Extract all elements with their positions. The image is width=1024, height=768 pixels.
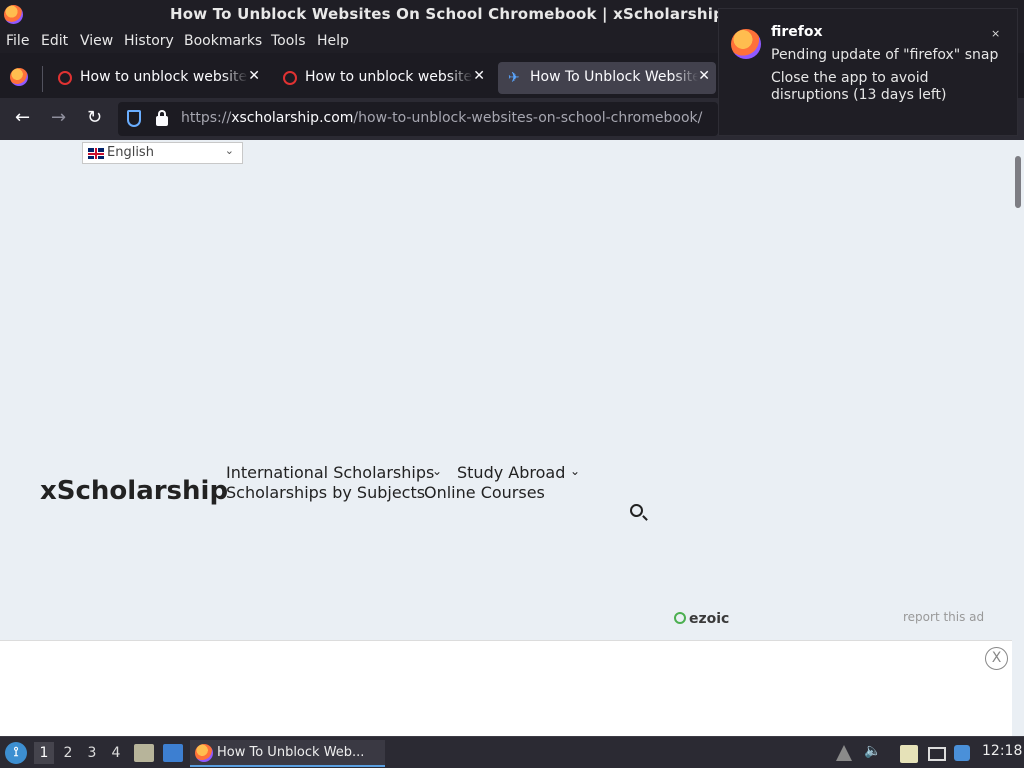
url-scheme: https:// bbox=[181, 110, 232, 126]
xscholarship-icon: ✈ bbox=[508, 70, 520, 86]
volume-icon[interactable]: 🔈 bbox=[864, 743, 881, 759]
menu-view[interactable]: View bbox=[80, 33, 113, 49]
tab-label: How to unblock websites bbox=[80, 69, 248, 85]
menu-file[interactable]: File bbox=[6, 33, 29, 49]
nav-scholarships-by-subjects[interactable]: Scholarships by Subjects bbox=[226, 483, 425, 502]
tab-label: How to unblock websites bbox=[305, 69, 473, 85]
ezoic-badge[interactable]: ezoic bbox=[674, 611, 729, 627]
page-scrollbar[interactable] bbox=[1012, 140, 1024, 736]
workspace-1[interactable]: 1 bbox=[34, 742, 54, 764]
quora-icon bbox=[58, 71, 72, 85]
page-content: English ⌄ xScholarship International Sch… bbox=[0, 140, 1012, 640]
reload-button[interactable]: ↻ bbox=[87, 107, 102, 128]
ezoic-label: ezoic bbox=[689, 611, 730, 627]
nav-international-scholarships[interactable]: International Scholarships bbox=[226, 463, 434, 482]
workspace-4[interactable]: 4 bbox=[106, 742, 126, 764]
workspace-2[interactable]: 2 bbox=[58, 742, 78, 764]
notification-body: Pending update of "firefox" snap Close t… bbox=[771, 47, 1001, 110]
update-notifier-icon[interactable] bbox=[954, 745, 970, 761]
tab-label: How To Unblock Websites bbox=[530, 69, 698, 85]
start-menu-icon[interactable]: ⟟ bbox=[5, 742, 27, 764]
workspace-3[interactable]: 3 bbox=[82, 742, 102, 764]
file-manager-icon[interactable] bbox=[134, 744, 154, 762]
menu-help[interactable]: Help bbox=[317, 33, 349, 49]
quora-icon bbox=[283, 71, 297, 85]
tray-up-arrow-icon[interactable] bbox=[836, 745, 852, 761]
notification-app-name: firefox bbox=[771, 24, 823, 40]
language-select[interactable]: English ⌄ bbox=[82, 142, 243, 164]
tab-close-icon[interactable]: ✕ bbox=[698, 68, 710, 84]
menu-tools[interactable]: Tools bbox=[271, 33, 306, 49]
firefox-icon bbox=[731, 29, 761, 59]
taskbar: ⟟ 1 2 3 4 How To Unblock Web... 🔈 12:18 bbox=[0, 736, 1024, 768]
url-domain: xscholarship.com bbox=[231, 110, 354, 126]
tracking-protection-shield-icon[interactable] bbox=[127, 110, 141, 127]
menu-bookmarks[interactable]: Bookmarks bbox=[184, 33, 262, 49]
window-title: How To Unblock Websites On School Chrome… bbox=[170, 5, 736, 23]
firefox-icon bbox=[195, 744, 213, 762]
chevron-down-icon: ⌄ bbox=[224, 144, 234, 157]
clock: 12:18 bbox=[982, 743, 1023, 759]
chevron-down-icon[interactable]: ⌄ bbox=[570, 464, 580, 478]
url-bar[interactable]: https://xscholarship.com/how-to-unblock-… bbox=[118, 102, 718, 136]
nav-online-courses[interactable]: Online Courses bbox=[424, 483, 545, 502]
firefox-view-icon[interactable] bbox=[10, 68, 28, 86]
ad-banner: X bbox=[0, 640, 1012, 736]
back-button[interactable]: ← bbox=[15, 107, 30, 128]
notification-line-1: Pending update of "firefox" snap bbox=[771, 47, 999, 63]
tab-2[interactable]: How to unblock websites ✕ bbox=[273, 62, 491, 94]
chevron-down-icon[interactable]: ⌄ bbox=[432, 464, 442, 478]
ezoic-icon bbox=[674, 612, 686, 624]
clipboard-icon[interactable] bbox=[900, 745, 918, 763]
show-desktop-icon[interactable] bbox=[163, 744, 183, 762]
taskbar-firefox-window[interactable]: How To Unblock Web... bbox=[190, 740, 385, 767]
url-path: /how-to-unblock-websites-on-school-chrom… bbox=[353, 110, 703, 126]
tab-close-icon[interactable]: ✕ bbox=[473, 68, 485, 84]
menu-edit[interactable]: Edit bbox=[41, 33, 68, 49]
tab-separator bbox=[42, 66, 43, 92]
notification-close-button[interactable]: × bbox=[991, 27, 1000, 40]
uk-flag-icon bbox=[88, 148, 104, 159]
ad-close-button[interactable]: X bbox=[985, 647, 1008, 670]
tab-close-icon[interactable]: ✕ bbox=[248, 68, 260, 84]
taskbar-window-label: How To Unblock Web... bbox=[217, 745, 365, 760]
update-notification[interactable]: firefox × Pending update of "firefox" sn… bbox=[718, 8, 1018, 136]
report-ad-link[interactable]: report this ad bbox=[903, 610, 984, 624]
network-icon[interactable] bbox=[928, 747, 946, 761]
scrollbar-thumb[interactable] bbox=[1015, 156, 1021, 208]
forward-button[interactable]: → bbox=[51, 107, 66, 128]
language-value: English bbox=[107, 145, 154, 160]
search-icon[interactable] bbox=[630, 504, 643, 517]
tab-3-active[interactable]: ✈ How To Unblock Websites ✕ bbox=[498, 62, 716, 94]
site-logo[interactable]: xScholarship bbox=[40, 476, 228, 506]
nav-study-abroad[interactable]: Study Abroad bbox=[457, 463, 565, 482]
url-text[interactable]: https://xscholarship.com/how-to-unblock-… bbox=[181, 110, 702, 126]
tab-1[interactable]: How to unblock websites ✕ bbox=[48, 62, 266, 94]
firefox-icon bbox=[4, 5, 23, 24]
menu-history[interactable]: History bbox=[124, 33, 174, 49]
notification-line-2: Close the app to avoid disruptions (13 d… bbox=[771, 70, 947, 103]
lock-icon[interactable] bbox=[156, 110, 168, 126]
